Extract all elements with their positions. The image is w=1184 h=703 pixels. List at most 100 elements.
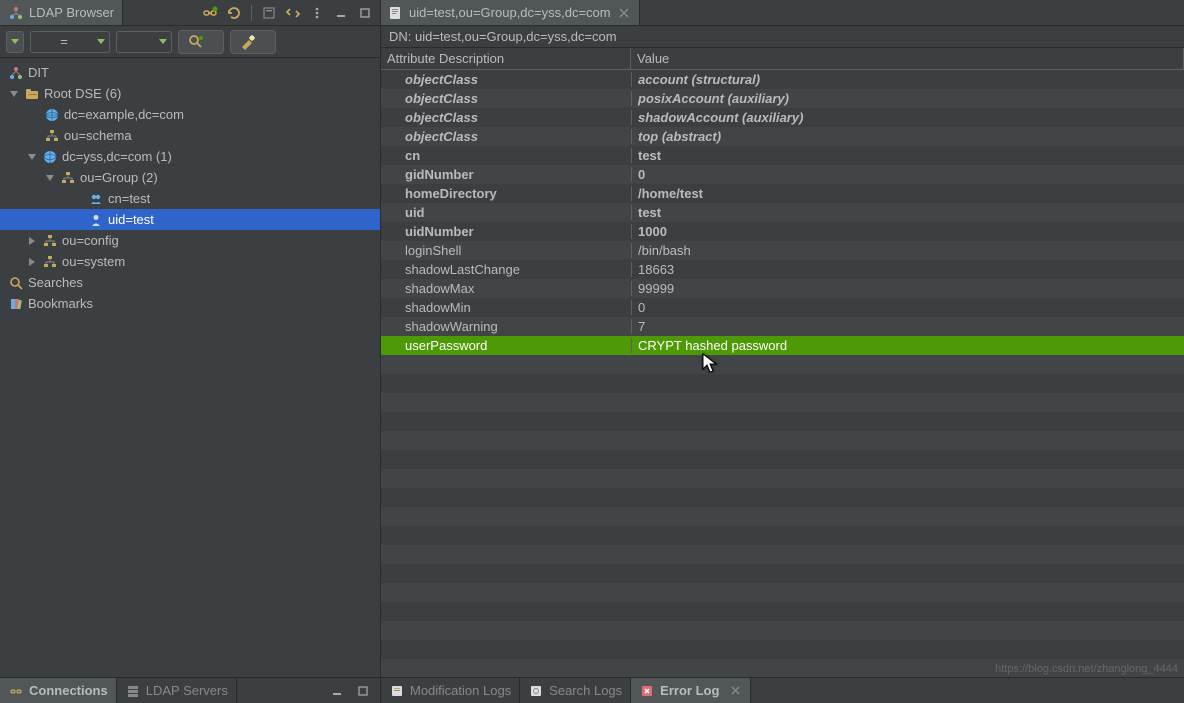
tree-dit[interactable]: DIT — [0, 62, 380, 83]
table-row-empty — [381, 412, 1184, 431]
tab-label: Connections — [29, 683, 108, 698]
tab-label: Search Logs — [549, 683, 622, 698]
expander-icon[interactable] — [44, 172, 56, 184]
value-cell: 18663 — [631, 262, 1184, 277]
table-row[interactable]: objectClassposixAccount (auxiliary) — [381, 89, 1184, 108]
close-icon[interactable] — [617, 6, 631, 20]
org-icon — [60, 170, 76, 186]
expander-icon[interactable] — [26, 235, 38, 247]
attr-cell: cn — [381, 148, 631, 163]
minimize-icon[interactable] — [326, 681, 348, 701]
org-icon — [42, 254, 58, 270]
tab-error-log[interactable]: Error Log — [631, 678, 751, 703]
attr-cell: shadowMin — [381, 300, 631, 315]
tree-label: ou=schema — [64, 128, 132, 143]
operator-combo[interactable]: = — [30, 31, 110, 53]
filter-small-combo[interactable] — [6, 31, 24, 53]
value-cell: 0 — [631, 167, 1184, 182]
table-row-empty — [381, 393, 1184, 412]
table-row[interactable]: objectClassaccount (structural) — [381, 70, 1184, 89]
sync-icon[interactable] — [282, 3, 304, 23]
tree-ou-group[interactable]: ou=Group (2) — [0, 167, 380, 188]
tree-cn-test[interactable]: cn=test — [0, 188, 380, 209]
table-row[interactable]: shadowWarning7 — [381, 317, 1184, 336]
table-row[interactable]: shadowLastChange18663 — [381, 260, 1184, 279]
tab-ldap-servers[interactable]: LDAP Servers — [117, 678, 237, 703]
search-tool[interactable] — [178, 30, 224, 54]
tree-ou-schema[interactable]: ou=schema — [0, 125, 380, 146]
table-row[interactable]: cntest — [381, 146, 1184, 165]
table-row[interactable]: userPasswordCRYPT hashed password — [381, 336, 1184, 355]
maximize-icon[interactable] — [354, 3, 376, 23]
table-row[interactable]: homeDirectory/home/test — [381, 184, 1184, 203]
table-row[interactable]: loginShell/bin/bash — [381, 241, 1184, 260]
table-row[interactable]: shadowMin0 — [381, 298, 1184, 317]
tree-label: Bookmarks — [28, 296, 93, 311]
expander-icon[interactable] — [8, 88, 20, 100]
tab-modification-logs[interactable]: Modification Logs — [381, 678, 520, 703]
tree-ou-config[interactable]: ou=config — [0, 230, 380, 251]
tree-bookmarks[interactable]: Bookmarks — [0, 293, 380, 314]
collapse-icon[interactable] — [258, 3, 280, 23]
attr-cell: userPassword — [381, 338, 631, 353]
table-row-empty — [381, 640, 1184, 659]
tree-dc-example[interactable]: dc=example,dc=com — [0, 104, 380, 125]
tree-root-dse[interactable]: Root DSE (6) — [0, 83, 380, 104]
refresh-icon[interactable] — [223, 3, 245, 23]
header-value[interactable]: Value — [631, 48, 1184, 69]
value-cell: top (abstract) — [631, 129, 1184, 144]
dn-bar: DN: uid=test,ou=Group,dc=yss,dc=com — [381, 26, 1184, 48]
value-cell: posixAccount (auxiliary) — [631, 91, 1184, 106]
tree-label: dc=example,dc=com — [64, 107, 184, 122]
table-row-empty — [381, 583, 1184, 602]
table-row[interactable]: objectClasstop (abstract) — [381, 127, 1184, 146]
editor-tab[interactable]: uid=test,ou=Group,dc=yss,dc=com — [381, 0, 640, 25]
tree-searches[interactable]: Searches — [0, 272, 380, 293]
editor-tab-title: uid=test,ou=Group,dc=yss,dc=com — [409, 5, 611, 20]
folder-icon — [24, 86, 40, 102]
minimize-icon[interactable] — [330, 3, 352, 23]
table-row-empty — [381, 431, 1184, 450]
value-combo[interactable] — [116, 31, 172, 53]
header-attribute[interactable]: Attribute Description — [381, 48, 631, 69]
table-row[interactable]: objectClassshadowAccount (auxiliary) — [381, 108, 1184, 127]
log-icon — [389, 683, 405, 699]
operator-label: = — [35, 34, 93, 49]
maximize-icon[interactable] — [352, 681, 374, 701]
search-icon — [8, 275, 24, 291]
tree-ou-system[interactable]: ou=system — [0, 251, 380, 272]
menu-icon[interactable] — [306, 3, 328, 23]
tree-label: ou=system — [62, 254, 125, 269]
separator — [251, 5, 252, 21]
table-row-empty — [381, 545, 1184, 564]
tree-label: DIT — [28, 65, 49, 80]
link-icon[interactable] — [199, 3, 221, 23]
attr-cell: objectClass — [381, 72, 631, 87]
tab-search-logs[interactable]: Search Logs — [520, 678, 631, 703]
tab-connections[interactable]: Connections — [0, 678, 117, 703]
bookmark-icon — [8, 296, 24, 312]
table-row[interactable]: uidNumber1000 — [381, 222, 1184, 241]
attr-cell: objectClass — [381, 110, 631, 125]
table-row[interactable]: uidtest — [381, 203, 1184, 222]
expander-icon[interactable] — [26, 151, 38, 163]
expander-icon[interactable] — [26, 256, 38, 268]
table-row-empty — [381, 526, 1184, 545]
tree-dc-yss[interactable]: dc=yss,dc=com (1) — [0, 146, 380, 167]
table-row[interactable]: shadowMax99999 — [381, 279, 1184, 298]
chevron-down-icon — [97, 39, 105, 44]
tree-label: ou=Group (2) — [80, 170, 158, 185]
run-tool[interactable] — [230, 30, 276, 54]
value-cell: 1000 — [631, 224, 1184, 239]
ldap-browser-tab[interactable]: LDAP Browser — [0, 0, 123, 25]
table-row-empty — [381, 488, 1184, 507]
table-row[interactable]: gidNumber0 — [381, 165, 1184, 184]
chevron-down-icon — [11, 39, 19, 44]
org-icon — [42, 233, 58, 249]
attr-cell: uidNumber — [381, 224, 631, 239]
close-icon[interactable] — [728, 684, 742, 698]
value-cell: account (structural) — [631, 72, 1184, 87]
tree-uid-test[interactable]: uid=test — [0, 209, 380, 230]
value-cell: test — [631, 148, 1184, 163]
value-cell: /home/test — [631, 186, 1184, 201]
